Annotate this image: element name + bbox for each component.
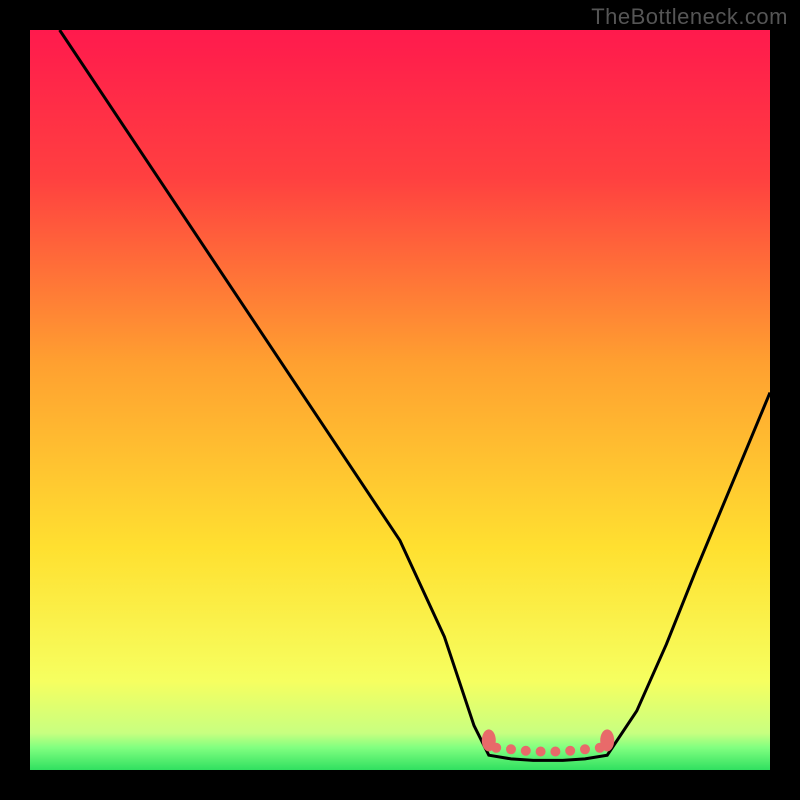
valley-dot xyxy=(580,744,590,754)
valley-dot xyxy=(565,746,575,756)
valley-end-blob xyxy=(482,729,496,751)
valley-dot xyxy=(550,747,560,757)
valley-dot xyxy=(536,747,546,757)
watermark-label: TheBottleneck.com xyxy=(591,4,788,30)
bottleneck-chart xyxy=(0,0,800,800)
valley-dot xyxy=(521,746,531,756)
valley-dot xyxy=(506,744,516,754)
valley-end-blob xyxy=(600,729,614,751)
chart-root: TheBottleneck.com xyxy=(0,0,800,800)
